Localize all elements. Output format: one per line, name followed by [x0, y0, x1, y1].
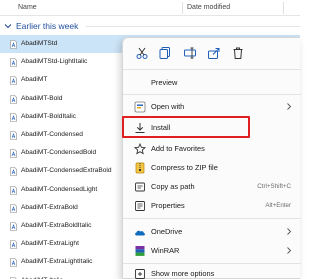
menu-separator [123, 94, 301, 95]
font-file-icon [10, 185, 17, 195]
file-name: AbadiMTStd [21, 40, 58, 47]
chevron-right-icon [287, 247, 292, 254]
zip-icon [135, 162, 145, 174]
menu-item-copy-as-path[interactable]: Copy as path Ctrl+Shift+C [123, 177, 301, 196]
menu-item-label: OneDrive [151, 227, 183, 236]
font-file-icon [10, 222, 17, 231]
group-divider [86, 26, 300, 27]
menu-item-properties[interactable]: Properties Alt+Enter [123, 196, 301, 215]
file-name: AbadiMT-ExtraBoldItalic [21, 222, 92, 229]
font-file-icon [10, 112, 17, 122]
menu-item-label: Open with [151, 102, 185, 111]
menu-separator [123, 218, 301, 219]
chevron-right-icon [287, 228, 292, 235]
context-menu: Preview Open with Install Add to Favorit… [122, 37, 301, 279]
open-with-icon [134, 101, 146, 113]
column-separator[interactable] [182, 2, 183, 14]
rename-icon[interactable] [183, 46, 197, 60]
properties-icon [135, 201, 145, 211]
menu-item-open-with[interactable]: Open with [123, 97, 301, 116]
file-name: AbadiMT-CondensedBold [21, 149, 97, 157]
font-file-icon [10, 131, 17, 140]
font-file-icon [10, 240, 17, 249]
menu-item-preview[interactable]: Preview [123, 73, 301, 92]
copy-icon[interactable] [158, 46, 172, 60]
menu-item-label: Copy as path [151, 182, 195, 191]
font-file-icon [10, 149, 17, 158]
star-icon [134, 143, 146, 155]
menu-item-label: WinRAR [151, 246, 180, 255]
file-name: AbadiMT-CondensedLight [21, 185, 98, 193]
file-name: AbadiMT-ExtraBold [21, 203, 78, 211]
column-header-row: Name Date modified [0, 0, 300, 16]
chevron-down-icon[interactable] [4, 22, 12, 30]
font-file-icon [10, 167, 17, 177]
group-label: Earlier this week [16, 21, 79, 31]
column-name-header[interactable]: Name [18, 4, 37, 11]
file-name: AbadiMT-Bold [21, 94, 63, 102]
menu-item-shortcut: Ctrl+Shift+C [257, 183, 291, 190]
quick-actions-bar [123, 38, 301, 68]
install-highlight-box [122, 116, 250, 138]
cut-icon[interactable] [135, 46, 149, 60]
file-name: AbadiMT-ExtraLight [21, 240, 79, 248]
file-name: AbadiMT-CondensedExtraBold [21, 167, 112, 175]
menu-item-shortcut: Alt+Enter [265, 202, 291, 209]
menu-item-label: Preview [151, 78, 178, 87]
menu-item-onedrive[interactable]: OneDrive [123, 222, 301, 241]
share-icon[interactable] [207, 46, 221, 60]
menu-item-winrar[interactable]: WinRAR [123, 241, 301, 260]
file-name: AbadiMTStd-LightItalic [21, 58, 88, 66]
font-file-icon [10, 58, 17, 67]
menu-item-label: Properties [151, 201, 185, 210]
menu-item-add-to-favorites[interactable]: Add to Favorites [123, 139, 301, 158]
menu-item-label: Show more options [151, 269, 215, 278]
menu-item-show-more-options[interactable]: Show more options [123, 264, 301, 279]
font-file-icon [10, 40, 17, 49]
column-date-header[interactable]: Date modified [187, 4, 230, 11]
font-file-icon [10, 258, 17, 268]
delete-icon[interactable] [231, 46, 245, 60]
more-options-icon [135, 269, 145, 279]
file-name: AbadiMT-Condensed [21, 131, 83, 138]
winrar-icon [135, 246, 145, 256]
onedrive-icon [135, 230, 145, 236]
font-file-icon [10, 94, 17, 104]
menu-item-label: Add to Favorites [151, 144, 205, 153]
menu-item-label: Compress to ZIP file [151, 163, 218, 172]
file-name: AbadiMT-ExtraLightItalic [21, 258, 93, 266]
font-file-icon [10, 203, 17, 213]
menu-separator [123, 69, 301, 70]
menu-item-compress-zip[interactable]: Compress to ZIP file [123, 158, 301, 177]
chevron-right-icon [287, 103, 292, 110]
column-separator[interactable] [283, 2, 284, 14]
file-name: AbadiMT [21, 76, 48, 84]
font-file-icon [10, 76, 17, 86]
file-name: AbadiMT-BoldItalic [21, 112, 76, 120]
copy-path-icon [135, 182, 145, 192]
